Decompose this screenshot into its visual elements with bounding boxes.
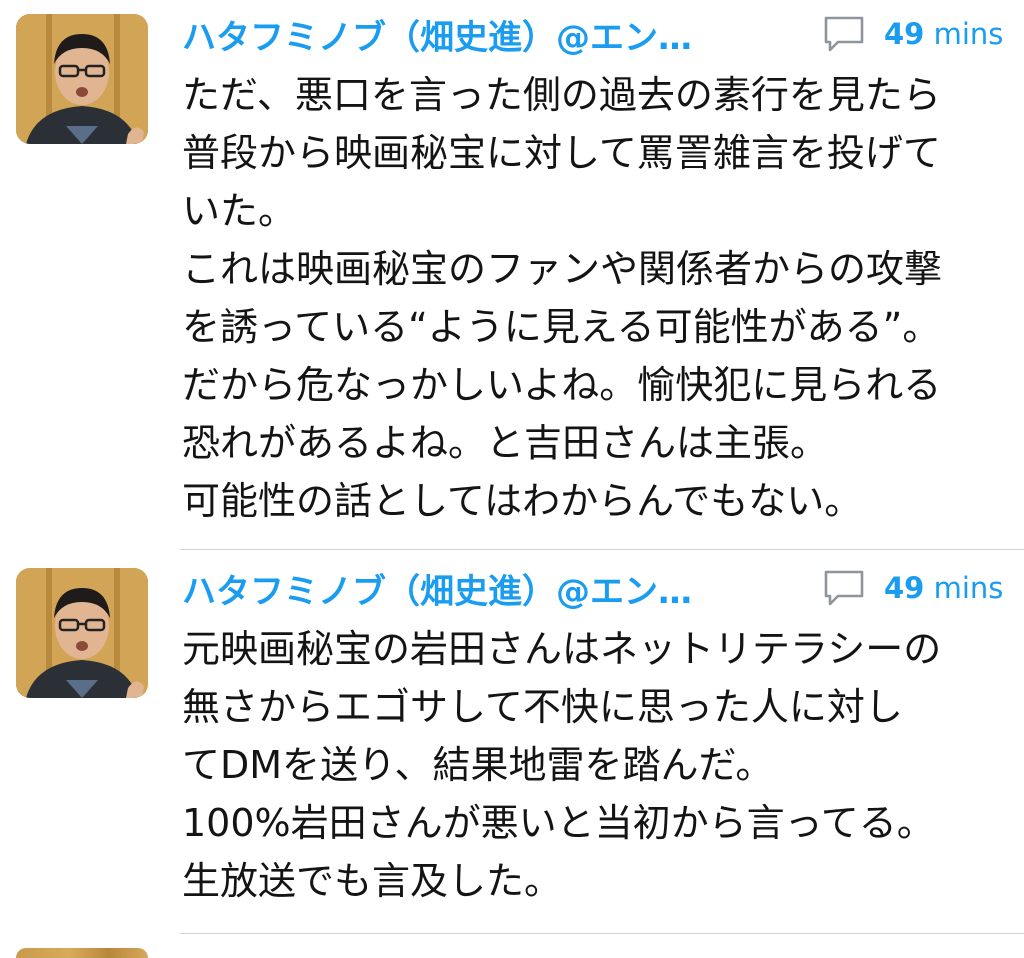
- tweet-header: ハタフミノブ（畑史進）@エン… 49 mins: [182, 564, 1006, 613]
- tweet-text-line: 普段から映画秘宝に対して罵詈雑言を投げて: [182, 131, 941, 175]
- timestamp: 49 mins: [884, 17, 1004, 51]
- tweet-text-line: 無さからエゴサして不快に思った人に対し: [182, 685, 903, 729]
- author-name[interactable]: ハタフミノブ（畑史進）@エン…: [182, 564, 794, 613]
- tweet-text-line: 可能性の話としてはわからんでもない。: [182, 479, 863, 523]
- tweet-text-line: ただ、悪口を言った側の過去の素行を見たら: [182, 73, 941, 117]
- tweet-text: 元映画秘宝の岩田さんはネットリテラシーの 無さからエゴサして不快に思った人に対し…: [182, 620, 1008, 910]
- tweet-text-line: を誘っている“ように見える可能性がある”。: [182, 305, 941, 349]
- tweet-text-line: これは映画秘宝のファンや関係者からの攻撃: [182, 247, 943, 291]
- tweet-text-line: いた。: [182, 189, 297, 233]
- tweet-text-line: 元映画秘宝の岩田さんはネットリテラシーの: [182, 627, 942, 671]
- speech-bubble-icon[interactable]: [822, 568, 866, 608]
- avatar[interactable]: [16, 14, 148, 144]
- tweet-text-line: 恐れがあるよね。と吉田さんは主張。: [182, 421, 829, 465]
- tweet-divider: [180, 549, 1024, 550]
- avatar[interactable]: [16, 948, 148, 958]
- tweet-text-line: 100%岩田さんが悪いと当初から言ってる。: [182, 801, 935, 845]
- avatar[interactable]: [16, 568, 148, 698]
- tweet-text-line: 生放送でも言及した。: [182, 859, 563, 903]
- timestamp: 49 mins: [884, 571, 1004, 605]
- speech-bubble-icon[interactable]: [822, 14, 866, 54]
- tweet-divider: [180, 933, 1024, 934]
- tweet-text-line: だから危なっかしいよね。愉快犯に見られる: [182, 363, 942, 407]
- author-name[interactable]: ハタフミノブ（畑史進）@エン…: [182, 10, 794, 59]
- tweet-text-line: てDMを送り、結果地雷を踏んだ。: [182, 743, 774, 787]
- tweet-text: ただ、悪口を言った側の過去の素行を見たら 普段から映画秘宝に対して罵詈雑言を投げ…: [182, 66, 1008, 530]
- tweet-header: ハタフミノブ（畑史進）@エン… 49 mins: [182, 10, 1006, 59]
